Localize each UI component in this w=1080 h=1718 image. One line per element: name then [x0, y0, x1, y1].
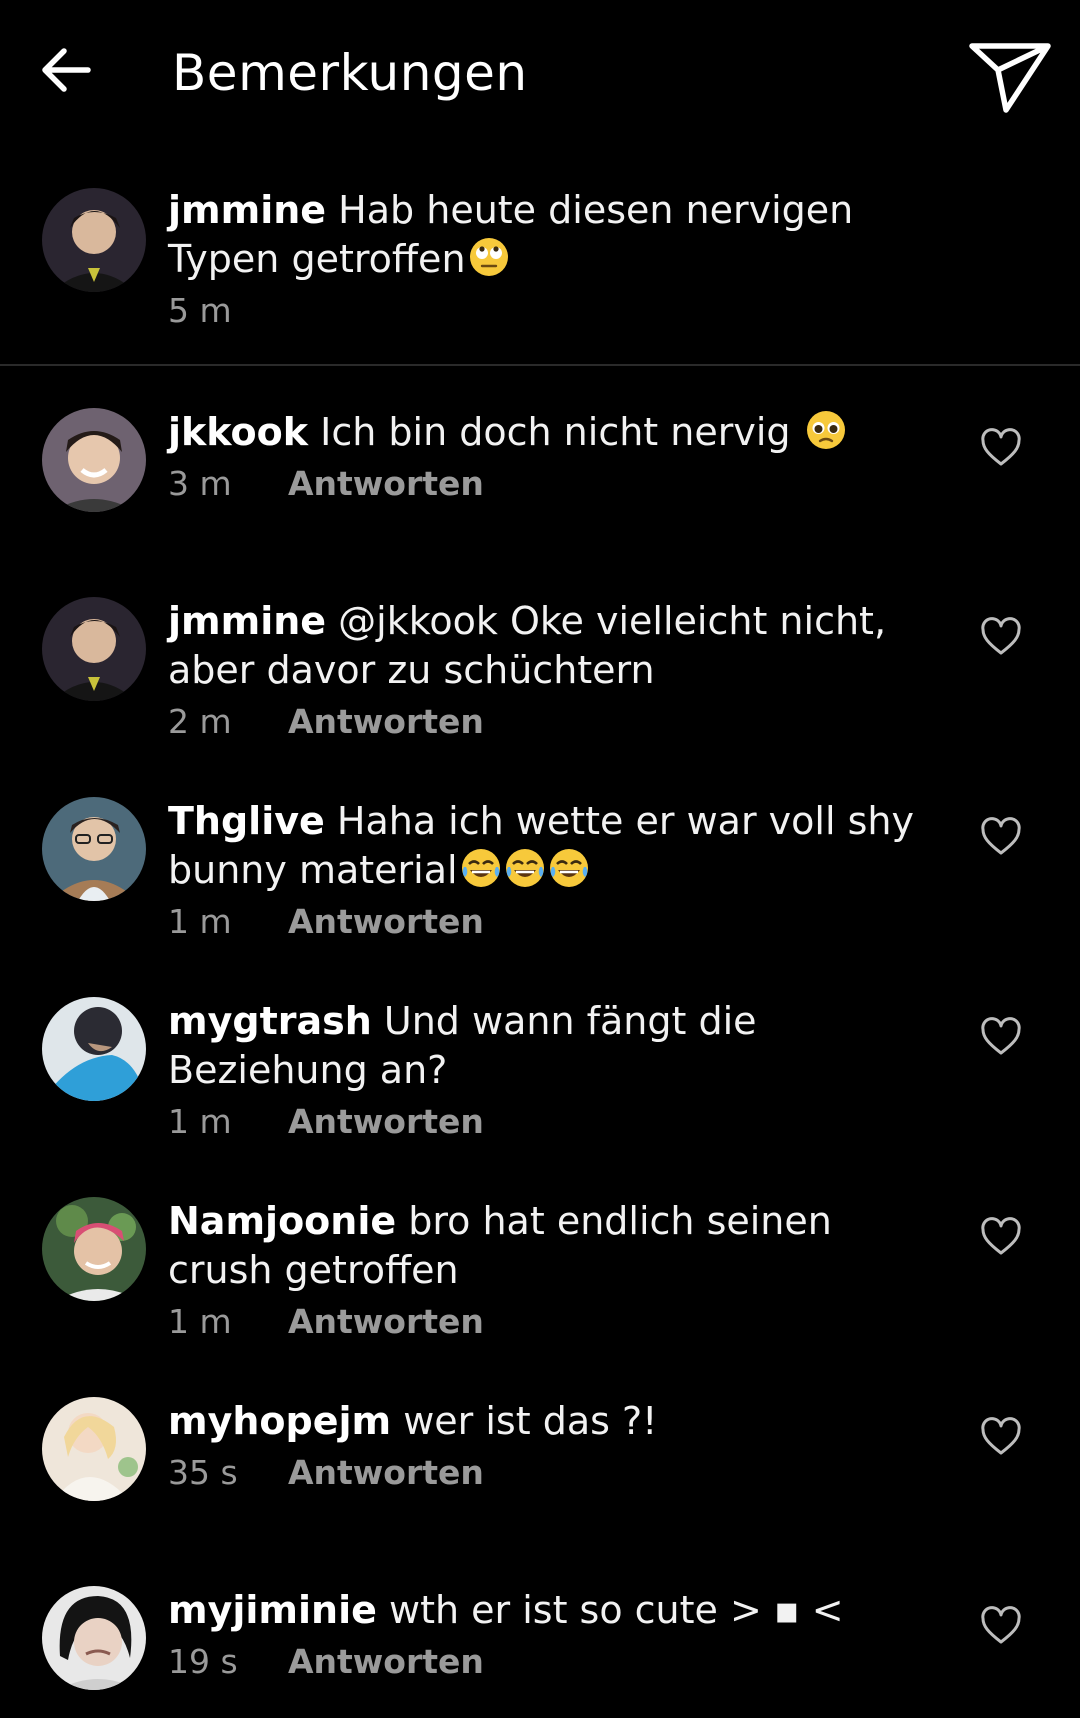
- username[interactable]: myjiminie: [168, 1588, 377, 1632]
- timestamp: 1 m: [168, 902, 232, 941]
- heart-icon[interactable]: [980, 617, 1022, 657]
- timestamp: 19 s: [168, 1642, 238, 1681]
- caption-meta: 5 m: [168, 288, 938, 334]
- comment-meta: 2 m Antworten: [168, 699, 938, 745]
- comment-message: Ich bin doch nicht nervig: [320, 410, 803, 454]
- comment-meta: 1 m Antworten: [168, 899, 938, 945]
- avatar[interactable]: [42, 408, 146, 512]
- avatar[interactable]: [42, 997, 146, 1101]
- comment-body: mygtrash Und wann fängt die Beziehung an…: [168, 997, 938, 1145]
- heart-icon[interactable]: [980, 1217, 1022, 1257]
- timestamp: 5 m: [168, 291, 232, 330]
- avatar[interactable]: [42, 1586, 146, 1690]
- comment-body: myhopejm wer ist das ?! 35 s Antworten: [168, 1397, 938, 1496]
- comment-meta: 1 m Antworten: [168, 1299, 938, 1345]
- timestamp: 35 s: [168, 1453, 238, 1492]
- reply-button[interactable]: Antworten: [288, 699, 484, 745]
- paper-plane-icon[interactable]: [968, 40, 1052, 114]
- username[interactable]: jkkook: [168, 410, 308, 454]
- comment-body: Namjoonie bro hat endlich seinen crush g…: [168, 1197, 938, 1345]
- avatar[interactable]: [42, 797, 146, 901]
- comment-text: Namjoonie bro hat endlich seinen crush g…: [168, 1197, 938, 1295]
- avatar[interactable]: [42, 597, 146, 701]
- comment-meta: 19 s Antworten: [168, 1639, 938, 1685]
- reply-button[interactable]: Antworten: [288, 1299, 484, 1345]
- arrow-left-icon[interactable]: [36, 40, 96, 100]
- comment-text: myhopejm wer ist das ?!: [168, 1397, 938, 1446]
- page-title: Bemerkungen: [172, 44, 528, 102]
- tears-of-joy-emoji-icon: [504, 847, 546, 889]
- reply-button[interactable]: Antworten: [288, 899, 484, 945]
- caption-body: jmmine Hab heute diesen nervigen Typen g…: [168, 186, 938, 334]
- comment-body: Thglive Haha ich wette er war voll shy b…: [168, 797, 938, 945]
- comment-text: jkkook Ich bin doch nicht nervig: [168, 408, 938, 457]
- pleading-face-emoji-icon: [805, 409, 847, 451]
- username[interactable]: Namjoonie: [168, 1199, 396, 1243]
- username[interactable]: Thglive: [168, 799, 325, 843]
- username[interactable]: jmmine: [168, 599, 326, 643]
- post-caption: jmmine Hab heute diesen nervigen Typen g…: [0, 178, 1080, 366]
- app-header: Bemerkungen: [0, 0, 1080, 155]
- comment-meta: 35 s Antworten: [168, 1450, 938, 1496]
- tears-of-joy-emoji-icon: [548, 847, 590, 889]
- timestamp: 2 m: [168, 702, 232, 741]
- timestamp: 1 m: [168, 1102, 232, 1141]
- timestamp: 1 m: [168, 1302, 232, 1341]
- comment-text: jmmine @jkkook Oke vielleicht nicht, abe…: [168, 597, 938, 695]
- caption-text: jmmine Hab heute diesen nervigen Typen g…: [168, 186, 938, 284]
- comment-message: wer ist das ?!: [403, 1399, 658, 1443]
- comment-meta: 3 m Antworten: [168, 461, 938, 507]
- heart-icon[interactable]: [980, 1017, 1022, 1057]
- timestamp: 3 m: [168, 464, 232, 503]
- heart-icon[interactable]: [980, 1417, 1022, 1457]
- reply-button[interactable]: Antworten: [288, 1639, 484, 1685]
- eye-roll-emoji-icon: [468, 236, 510, 278]
- reply-button[interactable]: Antworten: [288, 1099, 484, 1145]
- avatar[interactable]: [42, 1197, 146, 1301]
- username[interactable]: mygtrash: [168, 999, 372, 1043]
- comment-body: myjiminie wth er ist so cute > ▪ < 19 s A…: [168, 1586, 938, 1685]
- heart-icon[interactable]: [980, 1606, 1022, 1646]
- tears-of-joy-emoji-icon: [460, 847, 502, 889]
- avatar[interactable]: [42, 188, 146, 292]
- username[interactable]: jmmine: [168, 188, 326, 232]
- comment-text: myjiminie wth er ist so cute > ▪ <: [168, 1586, 938, 1635]
- heart-icon[interactable]: [980, 428, 1022, 468]
- reply-button[interactable]: Antworten: [288, 1450, 484, 1496]
- comment-text: mygtrash Und wann fängt die Beziehung an…: [168, 997, 938, 1095]
- comment-body: jmmine @jkkook Oke vielleicht nicht, abe…: [168, 597, 938, 745]
- comment-body: jkkook Ich bin doch nicht nervig 3 m Antw…: [168, 408, 938, 507]
- laughing-emojis: [458, 848, 590, 892]
- avatar[interactable]: [42, 1397, 146, 1501]
- comment-meta: 1 m Antworten: [168, 1099, 938, 1145]
- reply-button[interactable]: Antworten: [288, 461, 484, 507]
- comment-message: wth er ist so cute > ▪ <: [388, 1588, 844, 1632]
- comment-text: Thglive Haha ich wette er war voll shy b…: [168, 797, 938, 895]
- username[interactable]: myhopejm: [168, 1399, 391, 1443]
- heart-icon[interactable]: [980, 817, 1022, 857]
